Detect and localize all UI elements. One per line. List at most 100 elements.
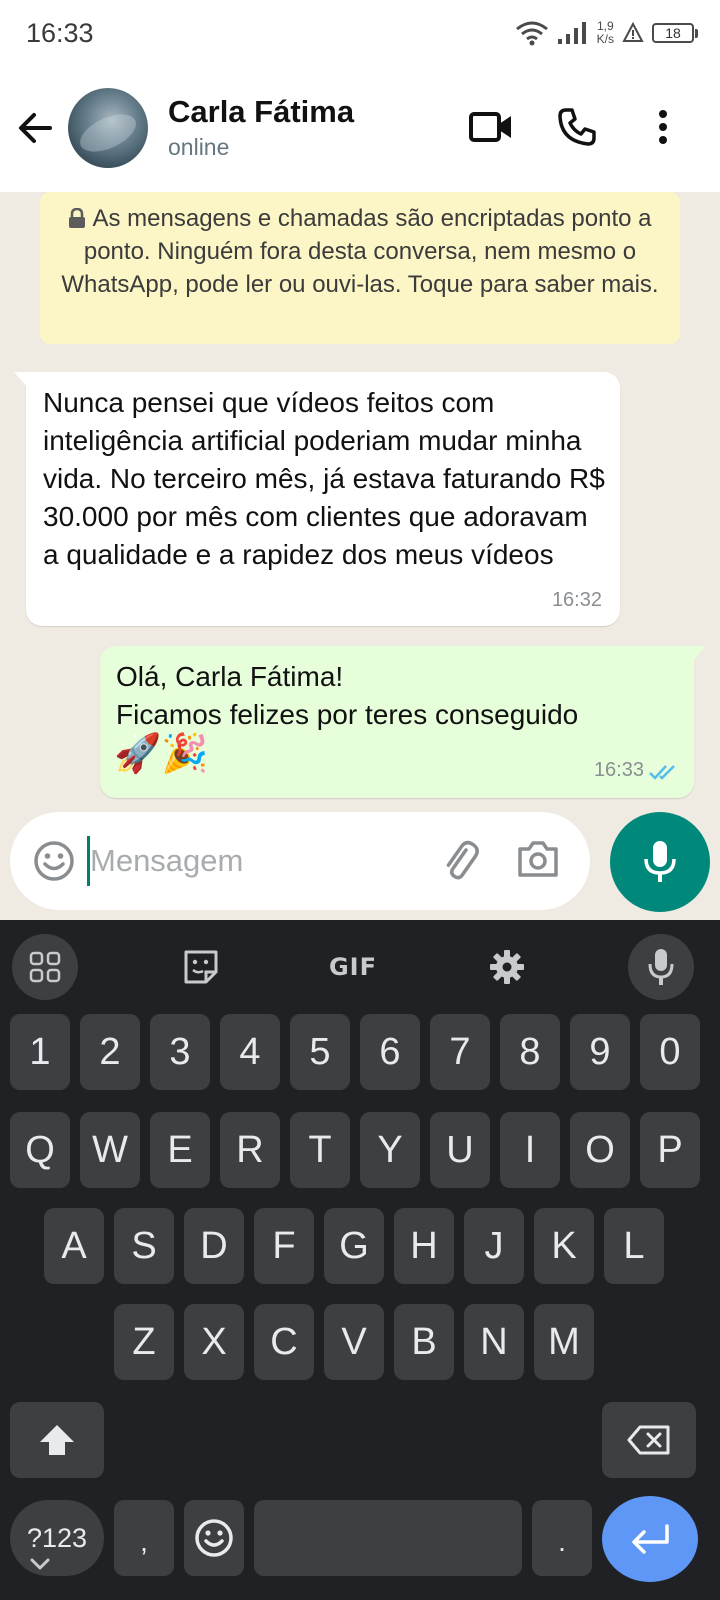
apps-button[interactable] bbox=[12, 934, 78, 1000]
video-call-button[interactable] bbox=[468, 104, 514, 150]
settings-button[interactable] bbox=[474, 934, 540, 1000]
sticker-button[interactable] bbox=[168, 934, 234, 1000]
phone-icon bbox=[558, 108, 596, 146]
key-9[interactable]: 9 bbox=[570, 1014, 630, 1090]
chat-area[interactable]: As mensagens e chamadas são encriptadas … bbox=[0, 192, 720, 912]
comma-key[interactable]: , bbox=[114, 1500, 174, 1576]
signal-icon bbox=[557, 22, 586, 44]
microphone-icon bbox=[644, 841, 676, 882]
gif-label: GIF bbox=[328, 953, 378, 981]
on-screen-keyboard: G I F 1 2 3 4 5 6 7 8 9 0 Q W E R T Y U I … bbox=[0, 920, 720, 1600]
smiley-icon bbox=[195, 1519, 233, 1557]
key-h[interactable]: H bbox=[394, 1208, 454, 1284]
avatar[interactable] bbox=[68, 88, 148, 168]
microphone-icon bbox=[648, 949, 674, 985]
message-text-line-1: Olá, Carla Fátima! bbox=[116, 661, 344, 692]
back-button[interactable] bbox=[14, 106, 58, 150]
key-v[interactable]: V bbox=[324, 1304, 384, 1380]
grid-icon bbox=[29, 951, 61, 983]
message-time: 16:33 bbox=[593, 759, 644, 781]
wifi-icon bbox=[515, 21, 548, 46]
camera-button[interactable] bbox=[516, 839, 562, 885]
battery-icon: 18 bbox=[652, 23, 698, 43]
paperclip-icon bbox=[446, 840, 479, 880]
key-c[interactable]: C bbox=[254, 1304, 314, 1380]
key-0[interactable]: 0 bbox=[640, 1014, 700, 1090]
key-x[interactable]: X bbox=[184, 1304, 244, 1380]
attach-button[interactable] bbox=[438, 839, 484, 885]
key-e[interactable]: E bbox=[150, 1112, 210, 1188]
key-j[interactable]: J bbox=[464, 1208, 524, 1284]
key-b[interactable]: B bbox=[394, 1304, 454, 1380]
gif-button[interactable]: GIF bbox=[320, 934, 386, 1000]
status-bar: 16:33 1,9 K/s 18 bbox=[0, 0, 720, 66]
enter-arrow-icon bbox=[632, 1524, 669, 1554]
key-z[interactable]: Z bbox=[114, 1304, 174, 1380]
camera-icon bbox=[518, 841, 558, 877]
key-f[interactable]: F bbox=[254, 1208, 314, 1284]
status-icons: 1,9 K/s 18 bbox=[515, 16, 698, 50]
incoming-message[interactable]: Nunca pensei que vídeos feitos com intel… bbox=[14, 372, 620, 626]
key-8[interactable]: 8 bbox=[500, 1014, 560, 1090]
shift-arrow-icon bbox=[40, 1425, 74, 1455]
key-q[interactable]: Q bbox=[10, 1112, 70, 1188]
more-vertical-icon bbox=[659, 110, 667, 144]
backspace-key[interactable] bbox=[602, 1402, 696, 1478]
key-a[interactable]: A bbox=[44, 1208, 104, 1284]
voice-typing-button[interactable] bbox=[628, 934, 694, 1000]
voice-message-button[interactable] bbox=[610, 812, 710, 912]
key-1[interactable]: 1 bbox=[10, 1014, 70, 1090]
message-text-line-2: Ficamos felizes por teres conseguido bbox=[116, 699, 579, 730]
key-g[interactable]: G bbox=[324, 1208, 384, 1284]
more-options-button[interactable] bbox=[640, 104, 686, 150]
enter-key[interactable] bbox=[602, 1496, 698, 1582]
key-u[interactable]: U bbox=[430, 1112, 490, 1188]
hide-keyboard-button[interactable] bbox=[24, 1548, 56, 1580]
network-speed-unit: K/s bbox=[596, 32, 614, 46]
keyboard-toolbar: GIF bbox=[0, 920, 720, 1002]
key-o[interactable]: O bbox=[570, 1112, 630, 1188]
key-3[interactable]: 3 bbox=[150, 1014, 210, 1090]
space-key[interactable] bbox=[254, 1500, 522, 1576]
key-r[interactable]: R bbox=[220, 1112, 280, 1188]
emoji-key[interactable] bbox=[184, 1500, 244, 1576]
key-m[interactable]: M bbox=[534, 1304, 594, 1380]
key-4[interactable]: 4 bbox=[220, 1014, 280, 1090]
key-d[interactable]: D bbox=[184, 1208, 244, 1284]
lock-icon bbox=[69, 208, 86, 228]
key-l[interactable]: L bbox=[604, 1208, 664, 1284]
smiley-icon bbox=[34, 841, 74, 881]
sticker-icon bbox=[184, 950, 218, 984]
period-key[interactable]: . bbox=[532, 1500, 592, 1576]
key-s[interactable]: S bbox=[114, 1208, 174, 1284]
message-input[interactable] bbox=[90, 836, 430, 886]
message-composer bbox=[10, 812, 590, 910]
chevron-down-icon bbox=[30, 1558, 50, 1570]
message-emoji: 🚀🎉 bbox=[114, 733, 209, 775]
key-k[interactable]: K bbox=[534, 1208, 594, 1284]
video-camera-icon bbox=[469, 112, 511, 142]
status-time: 16:33 bbox=[26, 18, 94, 48]
contact-status: online bbox=[168, 134, 230, 160]
key-6[interactable]: 6 bbox=[360, 1014, 420, 1090]
emoji-button[interactable] bbox=[32, 839, 76, 883]
shift-key[interactable] bbox=[10, 1402, 104, 1478]
key-5[interactable]: 5 bbox=[290, 1014, 350, 1090]
key-p[interactable]: P bbox=[640, 1112, 700, 1188]
key-i[interactable]: I bbox=[500, 1112, 560, 1188]
voice-call-button[interactable] bbox=[554, 104, 600, 150]
encryption-notice[interactable]: As mensagens e chamadas são encriptadas … bbox=[40, 192, 680, 344]
key-t[interactable]: T bbox=[290, 1112, 350, 1188]
key-y[interactable]: Y bbox=[360, 1112, 420, 1188]
read-ticks-icon bbox=[649, 765, 675, 780]
key-7[interactable]: 7 bbox=[430, 1014, 490, 1090]
message-text: Nunca pensei que vídeos feitos com intel… bbox=[43, 387, 605, 570]
key-n[interactable]: N bbox=[464, 1304, 524, 1380]
backspace-icon bbox=[627, 1425, 670, 1455]
arrow-left-icon bbox=[19, 113, 52, 143]
message-time: 16:32 bbox=[551, 589, 602, 611]
key-w[interactable]: W bbox=[80, 1112, 140, 1188]
contact-name[interactable]: Carla Fátima bbox=[168, 94, 354, 130]
outgoing-message[interactable]: Olá, Carla Fátima! Ficamos felizes por t… bbox=[100, 646, 706, 798]
key-2[interactable]: 2 bbox=[80, 1014, 140, 1090]
